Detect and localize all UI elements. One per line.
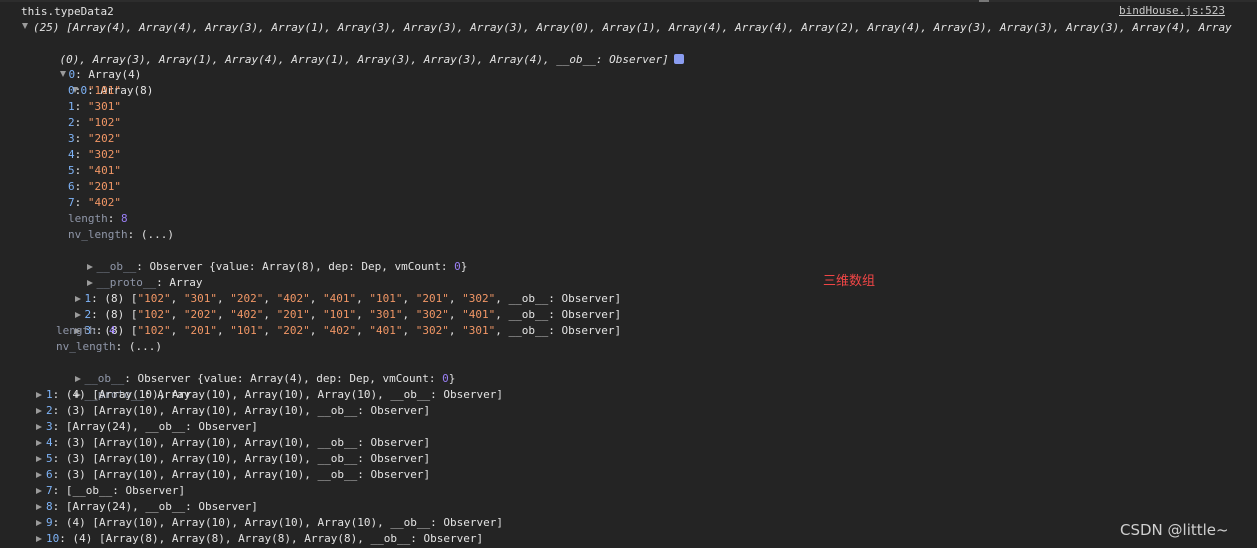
observer-row[interactable]: __ob__: Observer {value: Array(8), dep: … xyxy=(59,243,1257,273)
array-summary-line1: (25) [Array(4), Array(4), Array(3), Arra… xyxy=(33,21,1232,34)
length-value: 4 xyxy=(109,324,116,337)
list-item: 5: "401" xyxy=(68,164,121,177)
item-value: (3) [Array(10), Array(10), Array(10), __… xyxy=(65,468,431,481)
item-key: 5 xyxy=(68,164,75,177)
item-key: 5 xyxy=(46,452,53,465)
source-link[interactable]: bindHouse.js:523 xyxy=(1119,3,1225,19)
collapse-triangle-icon[interactable] xyxy=(36,536,42,542)
collapse-triangle-icon[interactable] xyxy=(36,456,42,462)
nv-length-key: nv_length xyxy=(56,340,116,353)
item-value: "201" xyxy=(87,180,121,193)
item-key: 7 xyxy=(46,484,53,497)
observer-row[interactable]: __ob__: Observer {value: Array(4), dep: … xyxy=(47,355,1257,385)
watermark: CSDN @little~ xyxy=(1120,521,1229,539)
list-item: 0: "101" xyxy=(68,84,121,97)
item-key: 3 xyxy=(68,132,75,145)
item-value: "202" xyxy=(87,132,121,145)
length-value: 8 xyxy=(121,212,128,225)
tree-item-5[interactable]: 5: (3) [Array(10), Array(10), Array(10),… xyxy=(35,451,1257,467)
item-value: [__ob__: Observer] xyxy=(65,484,186,497)
annotation-label: 三维数组 xyxy=(823,274,876,289)
panel-resize-handle[interactable] xyxy=(979,0,989,2)
tree-item-0-0[interactable]: 0: Array(8) xyxy=(45,67,1257,97)
collapse-triangle-icon[interactable] xyxy=(36,488,42,494)
item-key: 0 xyxy=(68,84,75,97)
length-key: length xyxy=(56,324,96,337)
item-key: 8 xyxy=(46,500,53,513)
item-value: (3) [Array(10), Array(10), Array(10), __… xyxy=(65,404,431,417)
proto-row[interactable]: __proto__: Array xyxy=(47,371,1257,401)
tree-item-0-1[interactable]: 1: (8) ["102", "301", "202", "402", "401… xyxy=(47,275,1257,305)
nv-length-row[interactable]: nv_length: (...) xyxy=(56,339,1257,355)
length-row: length: 8 xyxy=(68,212,128,225)
expand-triangle-icon[interactable] xyxy=(22,23,28,29)
nv-length-key: nv_length xyxy=(68,228,128,241)
item-value: "101" xyxy=(87,84,121,97)
item-value: "401" xyxy=(87,164,121,177)
item-key: 2 xyxy=(46,404,53,417)
item-value: [Array(24), __ob__: Observer] xyxy=(65,500,258,513)
item-key: 1 xyxy=(46,388,53,401)
tree-item-1[interactable]: 1: (4) [Array(10), Array(10), Array(10),… xyxy=(35,387,1257,403)
item-key: 9 xyxy=(46,516,53,529)
item-value: "402" xyxy=(87,196,121,209)
tree-item-3[interactable]: 3: [Array(24), __ob__: Observer] xyxy=(35,419,1257,435)
tree-item-6[interactable]: 6: (3) [Array(10), Array(10), Array(10),… xyxy=(35,467,1257,483)
nv-length-value[interactable]: (...) xyxy=(129,340,162,353)
item-key: 6 xyxy=(46,468,53,481)
item-value: "102" xyxy=(87,116,121,129)
item-key: 1 xyxy=(68,100,75,113)
tree-item-7[interactable]: 7: [__ob__: Observer] xyxy=(35,483,1257,499)
item-key: 4 xyxy=(46,436,53,449)
list-item: 2: "102" xyxy=(68,116,121,129)
tree-item-9[interactable]: 9: (4) [Array(10), Array(10), Array(10),… xyxy=(35,515,1257,531)
tree-item-4[interactable]: 4: (3) [Array(10), Array(10), Array(10),… xyxy=(35,435,1257,451)
item-key: 10 xyxy=(46,532,60,545)
item-key: 4 xyxy=(68,148,75,161)
collapse-triangle-icon[interactable] xyxy=(36,440,42,446)
list-item: 4: "302" xyxy=(68,148,121,161)
tree-item-0-3[interactable]: 3: (8) ["102", "201", "101", "202", "402… xyxy=(47,307,1257,337)
item-key: 2 xyxy=(68,116,75,129)
collapse-triangle-icon[interactable] xyxy=(36,408,42,414)
proto-row[interactable]: __proto__: Array xyxy=(59,259,1257,289)
list-item: 3: "202" xyxy=(68,132,121,145)
collapse-triangle-icon[interactable] xyxy=(36,392,42,398)
list-item: 7: "402" xyxy=(68,196,121,209)
tree-item-10[interactable]: 10: (4) [Array(8), Array(8), Array(8), A… xyxy=(35,531,1257,547)
length-key: length xyxy=(68,212,108,225)
list-item: 6: "201" xyxy=(68,180,121,193)
tree-item-8[interactable]: 8: [Array(24), __ob__: Observer] xyxy=(35,499,1257,515)
nv-length-row[interactable]: nv_length: (...) xyxy=(68,227,1257,243)
collapse-triangle-icon[interactable] xyxy=(36,504,42,510)
log-label: this.typeData2 xyxy=(21,5,114,18)
item-value: (3) [Array(10), Array(10), Array(10), __… xyxy=(65,452,431,465)
item-key: 7 xyxy=(68,196,75,209)
item-value: "301" xyxy=(87,100,121,113)
collapse-triangle-icon[interactable] xyxy=(36,424,42,430)
length-row: length: 4 xyxy=(56,324,116,337)
tree-item-2[interactable]: 2: (3) [Array(10), Array(10), Array(10),… xyxy=(35,403,1257,419)
array-summary-line2: (0), Array(3), Array(1), Array(4), Array… xyxy=(22,23,1257,66)
item-value: (4) [Array(10), Array(10), Array(10), Ar… xyxy=(65,516,503,529)
item-value: [Array(24), __ob__: Observer] xyxy=(65,420,258,433)
collapse-triangle-icon[interactable] xyxy=(36,472,42,478)
collapse-triangle-icon[interactable] xyxy=(36,520,42,526)
item-key: 6 xyxy=(68,180,75,193)
item-value: (3) [Array(10), Array(10), Array(10), __… xyxy=(65,436,431,449)
list-item: 1: "301" xyxy=(68,100,121,113)
tree-item-0-2[interactable]: 2: (8) ["102", "202", "402", "201", "101… xyxy=(47,291,1257,321)
tree-item-0[interactable]: 0: Array(4) xyxy=(33,51,1257,81)
item-key: 3 xyxy=(46,420,53,433)
item-value: (4) [Array(8), Array(8), Array(8), Array… xyxy=(72,532,484,545)
item-value: "302" xyxy=(87,148,121,161)
item-value: (4) [Array(10), Array(10), Array(10), Ar… xyxy=(65,388,503,401)
top-divider xyxy=(0,0,1257,2)
nv-length-value[interactable]: (...) xyxy=(141,228,174,241)
